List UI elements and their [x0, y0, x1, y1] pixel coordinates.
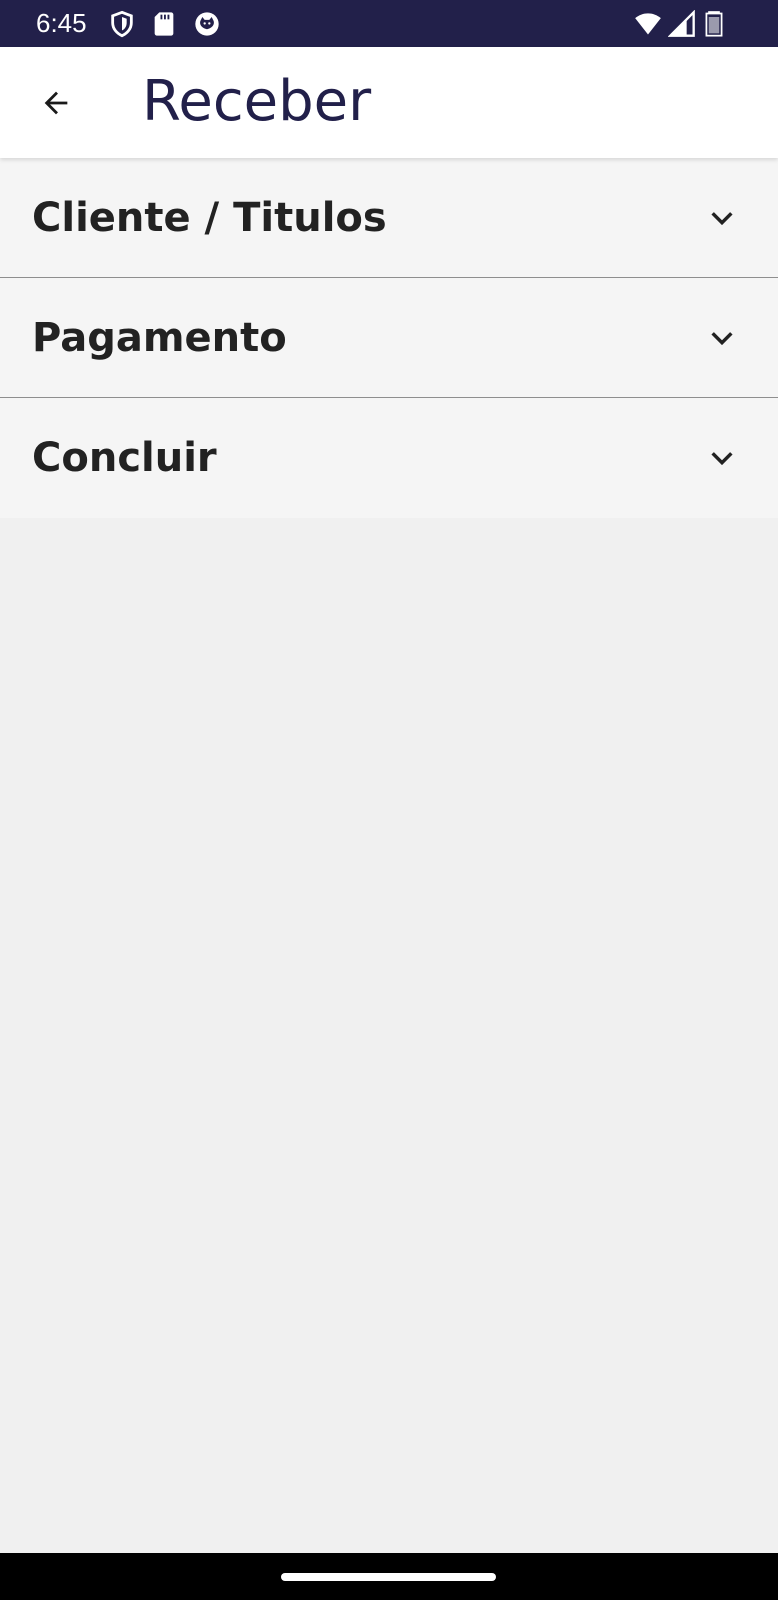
screen: 6:45 Receber Cliente / Titulos Pagamento… — [0, 0, 778, 1600]
back-button[interactable] — [30, 77, 82, 129]
section-pagamento[interactable]: Pagamento — [0, 278, 778, 398]
cat-face-icon — [193, 10, 221, 38]
page-title: Receber — [142, 69, 372, 134]
chevron-down-icon[interactable] — [706, 322, 738, 354]
chevron-down-icon[interactable] — [706, 442, 738, 474]
navigation-bar — [0, 1553, 778, 1600]
accordion: Cliente / Titulos Pagamento Concluir — [0, 158, 778, 518]
status-bar: 6:45 — [0, 0, 778, 47]
section-concluir[interactable]: Concluir — [0, 398, 778, 518]
battery-icon — [700, 10, 728, 38]
wifi-icon — [634, 10, 662, 38]
home-indicator[interactable] — [281, 1573, 496, 1581]
cell-signal-icon — [668, 10, 696, 38]
status-time: 6:45 — [36, 8, 87, 38]
shield-icon — [108, 10, 136, 38]
section-label: Cliente / Titulos — [32, 195, 387, 241]
section-label: Pagamento — [32, 315, 287, 361]
section-cliente-titulos[interactable]: Cliente / Titulos — [0, 158, 778, 278]
section-label: Concluir — [32, 435, 217, 481]
chevron-down-icon[interactable] — [706, 202, 738, 234]
arrow-back-icon — [44, 91, 68, 115]
sd-card-icon — [150, 10, 178, 38]
app-bar: Receber — [0, 47, 778, 158]
